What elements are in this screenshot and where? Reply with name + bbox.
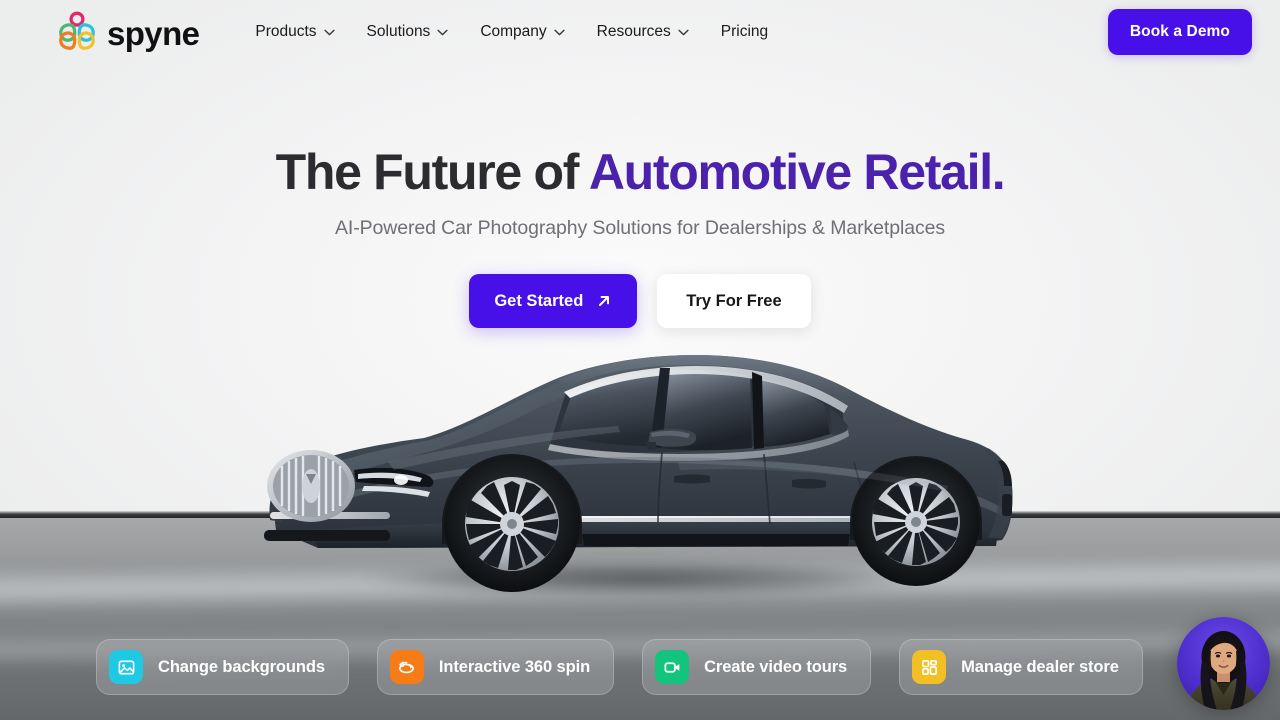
video-camera-icon (655, 650, 690, 684)
feature-pill-row: Change backgrounds Interactive 360 spin (96, 639, 1143, 695)
feature-pill-change-backgrounds[interactable]: Change backgrounds (96, 639, 349, 695)
main-navigation: Products Solutions Company Resources Pri… (255, 17, 768, 47)
chevron-down-icon (437, 29, 448, 36)
dashboard-grid-icon (912, 650, 947, 684)
feature-label: Interactive 360 spin (438, 657, 591, 676)
site-header: spyne Products Solutions Company Resourc… (0, 0, 1280, 64)
try-for-free-button[interactable]: Try For Free (657, 274, 811, 328)
get-started-button[interactable]: Get Started (469, 274, 638, 328)
image-icon (109, 650, 143, 684)
feature-pill-create-video-tours[interactable]: Create video tours (642, 639, 872, 695)
nav-label: Resources (596, 23, 671, 40)
hero-car-image (258, 334, 1028, 604)
brand-logo[interactable]: spyne (56, 11, 200, 53)
nav-item-products[interactable]: Products (255, 17, 335, 47)
nav-label: Solutions (366, 23, 431, 40)
feature-pill-interactive-360-spin[interactable]: Interactive 360 spin (376, 639, 615, 695)
landing-page: spyne Products Solutions Company Resourc… (0, 0, 1280, 720)
feature-pill-manage-dealer-store[interactable]: Manage dealer store (899, 639, 1143, 695)
chevron-down-icon (678, 29, 689, 36)
nav-item-resources[interactable]: Resources (597, 17, 689, 47)
chevron-down-icon (323, 29, 335, 36)
spyne-flower-logo-icon (56, 11, 98, 53)
nav-item-company[interactable]: Company (480, 17, 565, 47)
feature-label: Change backgrounds (158, 657, 325, 676)
nav-label: Company (480, 23, 547, 40)
nav-label: Products (255, 23, 317, 40)
get-started-label: Get Started (494, 291, 584, 310)
chevron-down-icon (554, 29, 565, 36)
rotate-360-icon (389, 650, 424, 684)
nav-item-solutions[interactable]: Solutions (367, 17, 449, 47)
nav-label: Pricing (720, 23, 769, 40)
book-a-demo-button[interactable]: Book a Demo (1107, 9, 1252, 55)
nav-item-pricing[interactable]: Pricing (721, 17, 768, 47)
video-agent-avatar[interactable] (1177, 617, 1270, 710)
feature-label: Create video tours (704, 657, 848, 676)
arrow-up-right-icon (596, 293, 612, 309)
brand-name: spyne (107, 14, 200, 52)
hero-cta-group: Get Started Try For Free (0, 274, 1280, 328)
feature-label: Manage dealer store (961, 657, 1119, 676)
